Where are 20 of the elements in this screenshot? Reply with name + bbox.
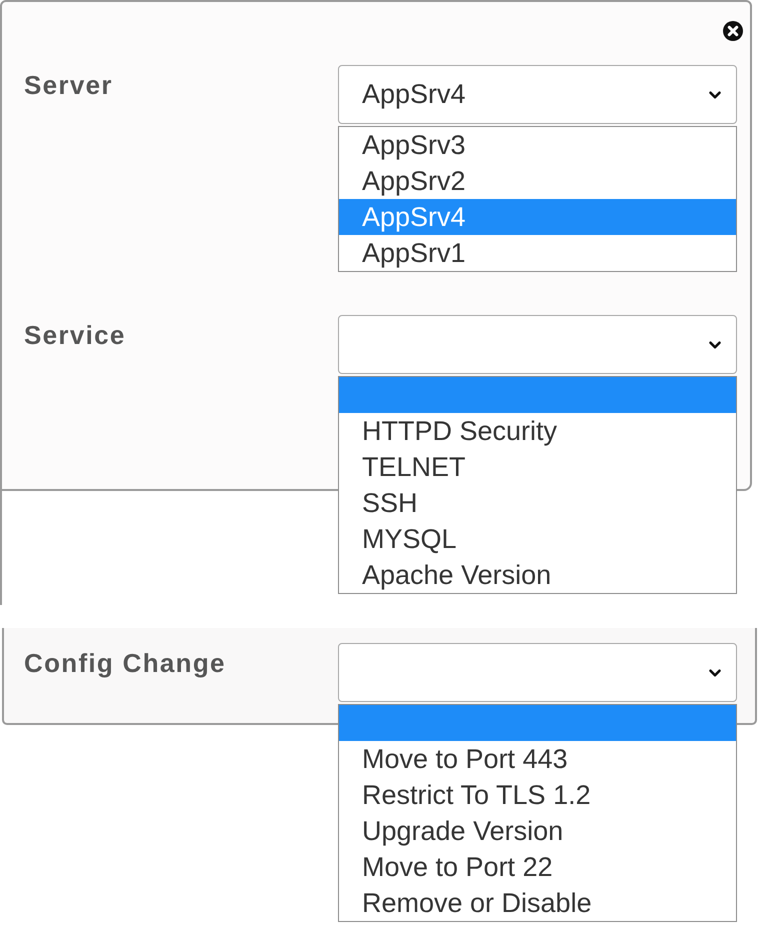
field-label: Config Change <box>24 648 227 678</box>
dropdown-option[interactable]: MYSQL <box>339 521 736 557</box>
field-label: Service <box>24 320 127 350</box>
field-label: Server <box>24 70 114 100</box>
dropdown-option[interactable]: Upgrade Version <box>339 813 736 849</box>
dropdown-option[interactable]: AppSrv3 <box>339 127 736 163</box>
dropdown-option[interactable]: SSH <box>339 485 736 521</box>
dropdown-select[interactable]: AppSrv4 <box>338 65 737 124</box>
dropdown-option[interactable]: Remove or Disable <box>339 885 736 921</box>
dropdown-option[interactable]: AppSrv1 <box>339 235 736 271</box>
dropdown-option[interactable]: AppSrv2 <box>339 163 736 199</box>
dropdown-option[interactable]: Apache Version <box>339 557 736 593</box>
close-icon[interactable] <box>723 21 743 41</box>
dropdown-option[interactable]: Move to Port 22 <box>339 849 736 885</box>
dropdown-option[interactable]: HTTPD Security <box>339 413 736 449</box>
dropdown-select[interactable] <box>338 315 737 374</box>
dropdown-option[interactable]: Restrict To TLS 1.2 <box>339 777 736 813</box>
dropdown-option[interactable]: TELNET <box>339 449 736 485</box>
dropdown-option[interactable]: Move to Port 443 <box>339 741 736 777</box>
dropdown-select[interactable] <box>338 643 737 702</box>
